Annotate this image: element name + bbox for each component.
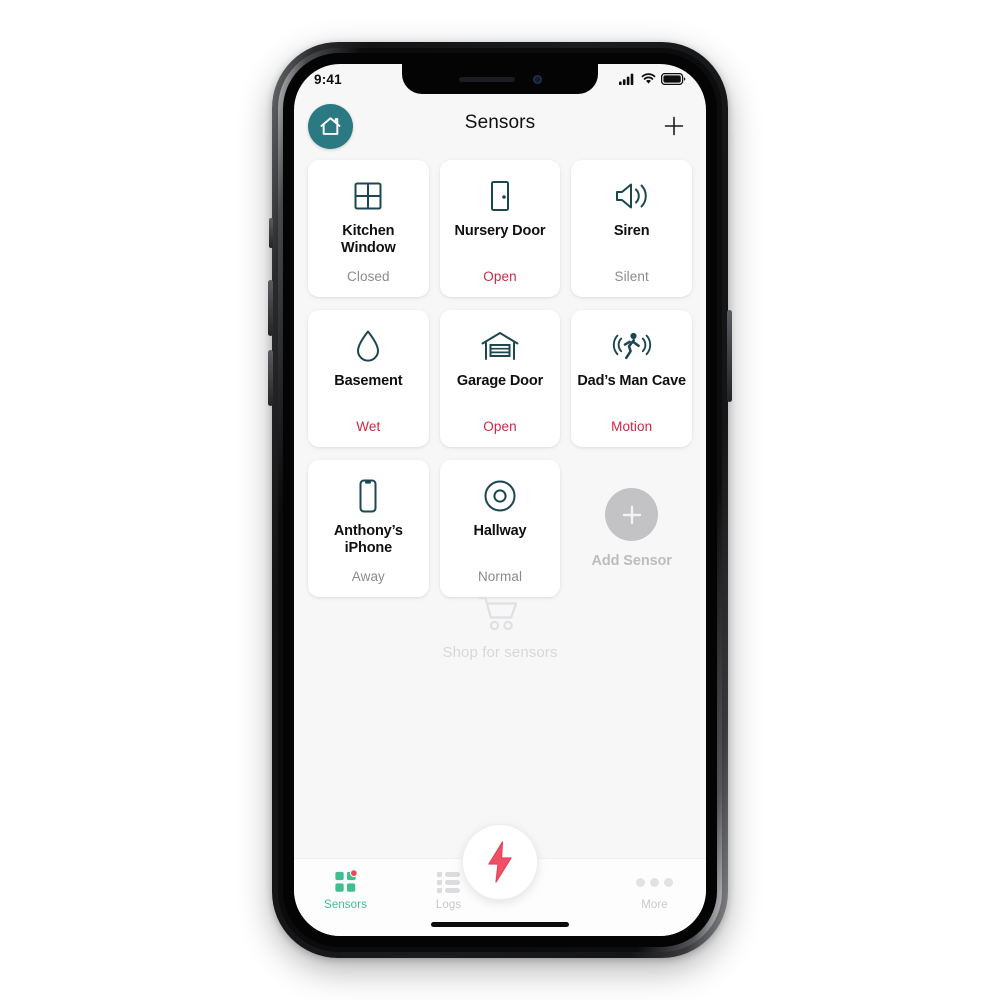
sensor-name: Siren <box>613 223 650 239</box>
sensors-grid-icon <box>334 870 358 894</box>
lightning-bolt-icon <box>488 841 512 883</box>
sensor-card-garage-door[interactable]: Garage Door Open <box>439 310 561 447</box>
sensor-name: Nursery Door <box>454 223 546 239</box>
sensor-status: Normal <box>477 569 523 584</box>
add-sensor-tile[interactable]: Add Sensor <box>571 460 692 597</box>
status-time: 9:41 <box>314 71 342 87</box>
status-indicators <box>619 73 686 85</box>
sensor-card-dads-man-cave[interactable]: Dad’s Man Cave Motion <box>571 310 692 447</box>
window-icon <box>351 174 385 218</box>
sensor-status: Away <box>351 569 385 584</box>
volume-up-button[interactable] <box>268 280 273 336</box>
mute-switch-button[interactable] <box>269 218 273 248</box>
tab-label: More <box>641 899 668 911</box>
sensor-status: Open <box>483 419 517 434</box>
tab-more[interactable]: More <box>603 859 706 911</box>
page-title: Sensors <box>464 112 536 133</box>
sensor-card-hallway[interactable]: Hallway Normal <box>439 460 561 597</box>
cellular-signal-icon <box>619 73 634 85</box>
navigation-bar: Sensors <box>294 94 706 156</box>
sensor-name: Basement <box>334 373 403 389</box>
phone-device-frame: 9:41 Sensors Kitchen Window Closed Nurse… <box>268 42 732 958</box>
sensor-status: Open <box>483 269 517 284</box>
sensor-name: Hallway <box>473 523 527 539</box>
sensor-card-basement[interactable]: Basement Wet <box>308 310 429 447</box>
motion-sensor-icon <box>612 324 652 368</box>
tab-label: Logs <box>435 899 462 911</box>
sensor-card-nursery-door[interactable]: Nursery Door Open <box>439 160 561 297</box>
sensor-card-siren[interactable]: Siren Silent <box>571 160 692 297</box>
plus-circle-icon <box>605 488 659 541</box>
sensor-card-kitchen-window[interactable]: Kitchen Window Closed <box>308 160 429 297</box>
wifi-icon <box>641 73 656 84</box>
power-button[interactable] <box>727 310 732 402</box>
tab-label: Sensors <box>324 899 367 911</box>
logs-list-icon <box>437 870 460 894</box>
speaker-icon <box>613 174 651 218</box>
shopping-cart-icon <box>478 596 518 631</box>
shop-for-sensors-label: Shop for sensors <box>442 644 558 661</box>
sensor-status: Closed <box>347 269 390 284</box>
sensor-status: Motion <box>611 419 653 434</box>
smoke-detector-icon <box>482 474 518 518</box>
sensor-name: Kitchen Window <box>341 223 396 257</box>
sensor-name: Garage Door <box>456 373 544 389</box>
sensor-name: Dad’s Man Cave <box>577 373 686 389</box>
screenshot-canvas: 9:41 Sensors Kitchen Window Closed Nurse… <box>0 0 1000 1000</box>
shop-for-sensors-block[interactable]: Shop for sensors <box>294 594 706 662</box>
sensor-name: Anthony’s iPhone <box>333 523 403 557</box>
device-notch <box>402 64 598 94</box>
more-dots-icon <box>636 870 673 894</box>
battery-icon <box>661 73 686 85</box>
sensor-card-anthonys-iphone[interactable]: Anthony’s iPhone Away <box>308 460 429 597</box>
phone-screen: 9:41 Sensors Kitchen Window Closed Nurse… <box>294 64 706 936</box>
garage-door-icon <box>480 324 520 368</box>
panic-alarm-button[interactable] <box>462 824 538 900</box>
sensor-status: Silent <box>614 269 649 284</box>
add-sensor-nav-button[interactable] <box>662 114 686 138</box>
front-camera-icon <box>532 74 542 84</box>
earpiece-speaker-icon <box>458 76 515 82</box>
add-sensor-label: Add Sensor <box>591 553 672 569</box>
sensor-status: Wet <box>356 419 381 434</box>
plus-icon <box>664 116 684 136</box>
sensor-grid: Kitchen Window Closed Nursery Door Open <box>308 160 692 597</box>
water-drop-icon <box>353 324 383 368</box>
home-indicator[interactable] <box>431 922 569 927</box>
volume-down-button[interactable] <box>268 350 273 406</box>
tab-sensors[interactable]: Sensors <box>294 859 397 911</box>
door-icon <box>483 174 517 218</box>
phone-icon <box>356 474 380 518</box>
